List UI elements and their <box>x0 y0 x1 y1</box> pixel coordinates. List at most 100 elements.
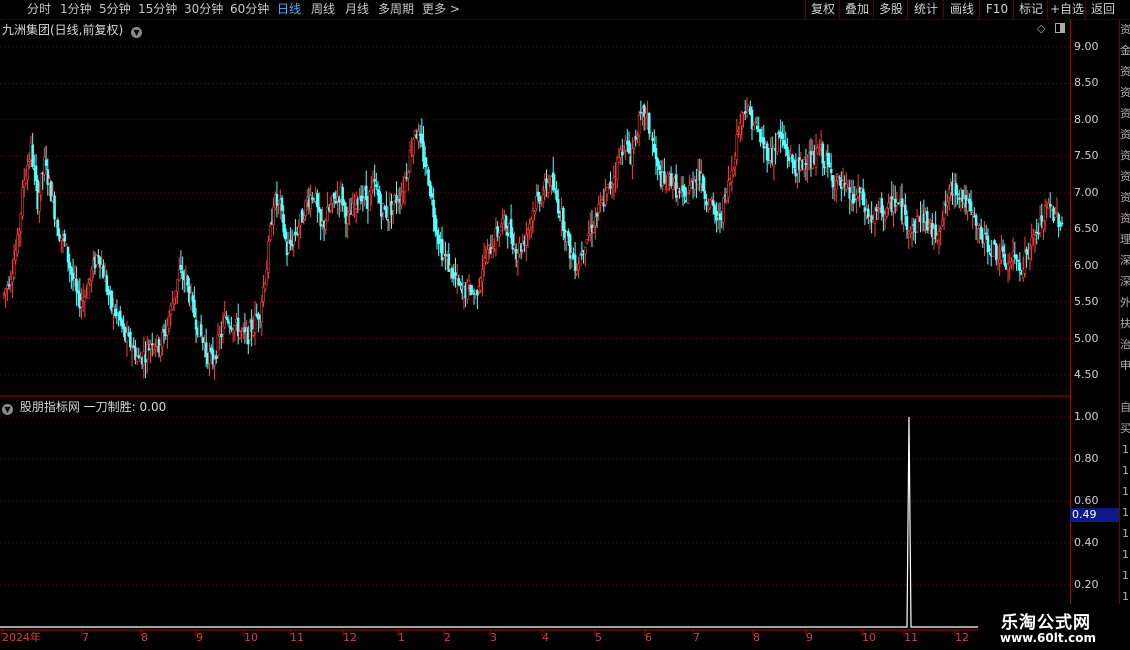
candle-body <box>132 345 136 348</box>
candle-body <box>403 177 407 193</box>
candle-body <box>887 202 890 209</box>
indicator-title-text: 股朋指标网 一刀制胜: 0.00 <box>19 400 167 414</box>
candle-body <box>637 115 641 135</box>
candle-body <box>34 165 38 182</box>
candle-body <box>632 140 636 149</box>
candle-body <box>174 290 178 298</box>
candle-body <box>752 125 755 130</box>
candle-body <box>821 143 825 164</box>
back-button[interactable]: 返回 <box>1085 0 1120 19</box>
candle-body <box>573 254 577 271</box>
side-panel-char: 深 <box>1120 275 1130 288</box>
candle-body <box>583 247 587 255</box>
candle-body <box>988 248 991 251</box>
candle-body <box>620 151 624 156</box>
candle-body <box>324 220 328 230</box>
candle-body <box>455 275 459 279</box>
candle-body <box>722 197 725 224</box>
candle-body <box>118 310 122 321</box>
candle-body <box>775 133 779 153</box>
candle-body <box>585 239 589 244</box>
candle-body <box>115 311 119 314</box>
date-label: 9 <box>196 631 203 644</box>
date-label: 12 <box>955 631 969 644</box>
date-label: 10 <box>862 631 876 644</box>
side-panel-char: 资 <box>1120 86 1130 99</box>
candle-body <box>831 175 835 188</box>
candle-body <box>974 215 978 226</box>
side-panel-char: 资 <box>1120 170 1130 183</box>
candle-body <box>204 342 208 358</box>
candle-body <box>162 329 166 333</box>
date-label: 3 <box>490 631 497 644</box>
candle-body <box>877 208 880 210</box>
candle-body <box>260 301 264 323</box>
candle-body <box>1059 224 1062 227</box>
candle-body <box>75 278 78 292</box>
candle-body <box>31 144 34 167</box>
candle-body <box>556 198 560 214</box>
candle-body <box>915 216 919 233</box>
candle-body <box>792 160 796 168</box>
candle-body <box>19 213 23 233</box>
candle-body <box>504 215 508 229</box>
candle-body <box>671 185 675 190</box>
candle-body <box>605 187 609 195</box>
side-panel-char: 1 <box>1122 506 1129 519</box>
candle-body <box>262 286 265 302</box>
candle-body <box>199 324 203 336</box>
candle-body <box>994 243 998 261</box>
candle-body <box>287 242 291 253</box>
candle-body <box>272 206 275 226</box>
side-panel-char: 金 <box>1120 44 1130 57</box>
indicator-title[interactable]: ▼ 股朋指标网 一刀制胜: 0.00 <box>2 398 166 415</box>
right-side-panel[interactable]: 资金资资资资资资资资理深深外扶治申自买11111111111 <box>1119 20 1130 630</box>
candle-body <box>1016 259 1020 262</box>
side-panel-char: 申 <box>1120 359 1130 372</box>
candle-body <box>708 199 712 209</box>
candle-body <box>991 242 995 258</box>
candle-body <box>167 316 171 329</box>
candle-body <box>562 208 565 231</box>
candle-body <box>230 327 233 330</box>
candle-body <box>610 184 614 187</box>
candle-body <box>786 146 789 156</box>
side-panel-char: 外 <box>1120 296 1130 309</box>
candle-body <box>498 232 501 237</box>
candle-body <box>834 180 838 190</box>
candle-body <box>647 113 651 134</box>
candle-body <box>499 226 503 232</box>
candle-body <box>762 137 766 149</box>
date-label: 10 <box>244 631 258 644</box>
candle-body <box>147 348 151 351</box>
candle-body <box>597 203 601 214</box>
candle-body <box>711 200 715 206</box>
candle-body <box>56 219 60 237</box>
candle-body <box>469 284 472 296</box>
candle-body <box>781 133 784 140</box>
side-panel-char: 理 <box>1120 233 1130 246</box>
candle-body <box>513 245 516 249</box>
candle-body <box>1010 261 1013 266</box>
candle-body <box>297 226 301 235</box>
candle-body <box>214 355 218 359</box>
candle-body <box>176 279 179 292</box>
candle-body <box>38 192 41 212</box>
candle-body <box>332 192 336 199</box>
candle-body <box>80 300 83 307</box>
chevron-down-icon[interactable]: ▼ <box>2 404 13 415</box>
candle-body <box>1003 253 1007 265</box>
candle-body <box>329 204 333 211</box>
candle-body <box>487 244 491 247</box>
candle-body <box>400 194 403 206</box>
candle-body <box>467 280 471 286</box>
candle-body <box>772 148 776 167</box>
candle-body <box>1001 246 1005 252</box>
candle-body <box>86 283 90 299</box>
candle-body <box>631 148 634 166</box>
candle-body <box>44 159 48 166</box>
candle-body <box>343 201 346 206</box>
candle-body <box>575 270 579 274</box>
candle-body <box>541 194 545 203</box>
date-label: 2024年 <box>2 631 41 644</box>
